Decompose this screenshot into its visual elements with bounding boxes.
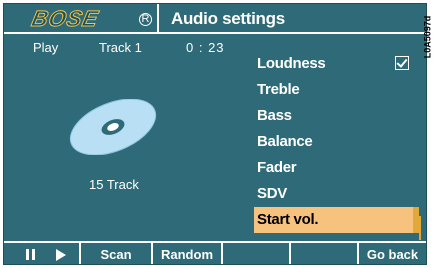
- softkey-blank-2[interactable]: [291, 243, 359, 264]
- menu-item-start-vol[interactable]: Start vol.: [254, 207, 419, 233]
- pause-icon: [26, 249, 35, 260]
- menu-item-label: Treble: [257, 81, 300, 98]
- scan-button[interactable]: Scan: [81, 243, 153, 264]
- random-button[interactable]: Random: [153, 243, 223, 264]
- page-title: Audio settings: [171, 9, 285, 28]
- elapsed-time: 0 : 23: [186, 40, 225, 55]
- menu-item-label: Start vol.: [257, 211, 319, 228]
- menu-item-bass[interactable]: Bass: [254, 103, 419, 129]
- audio-settings-menu: Loudness Treble Bass Balance Fader SDV S…: [254, 51, 419, 233]
- header-divider: [157, 4, 159, 34]
- figure-code: L0A5097d: [422, 10, 440, 70]
- go-back-button[interactable]: Go back: [359, 243, 426, 264]
- menu-item-label: Bass: [257, 107, 292, 124]
- menu-item-sdv[interactable]: SDV: [254, 181, 419, 207]
- menu-item-label: Loudness: [257, 55, 326, 72]
- softkey-blank-1[interactable]: [223, 243, 291, 264]
- menu-item-label: Fader: [257, 159, 297, 176]
- menu-item-loudness[interactable]: Loudness: [254, 51, 419, 77]
- menu-item-balance[interactable]: Balance: [254, 129, 419, 155]
- registered-mark-icon: R: [139, 13, 152, 26]
- current-track: Track 1: [99, 40, 142, 55]
- play-pause-button[interactable]: [4, 243, 81, 264]
- menu-item-label: Balance: [257, 133, 313, 150]
- figure-code-label: L0A5097d: [422, 15, 433, 59]
- cd-disc-icon: [69, 99, 157, 155]
- menu-item-label: SDV: [257, 185, 287, 202]
- bose-logo: BOSE: [29, 6, 102, 32]
- menu-item-treble[interactable]: Treble: [254, 77, 419, 103]
- playback-status: Play: [33, 40, 59, 55]
- track-count: 15 Track: [89, 177, 139, 192]
- play-icon: [56, 249, 66, 261]
- softkey-bar: Scan Random Go back: [4, 241, 426, 264]
- menu-scrollbar[interactable]: [419, 216, 421, 240]
- display-screen: BOSE R Audio settings Play Track 1 0 : 2…: [3, 3, 427, 265]
- loudness-checkbox[interactable]: [395, 56, 409, 70]
- title-bar: BOSE R Audio settings: [4, 4, 426, 34]
- menu-item-fader[interactable]: Fader: [254, 155, 419, 181]
